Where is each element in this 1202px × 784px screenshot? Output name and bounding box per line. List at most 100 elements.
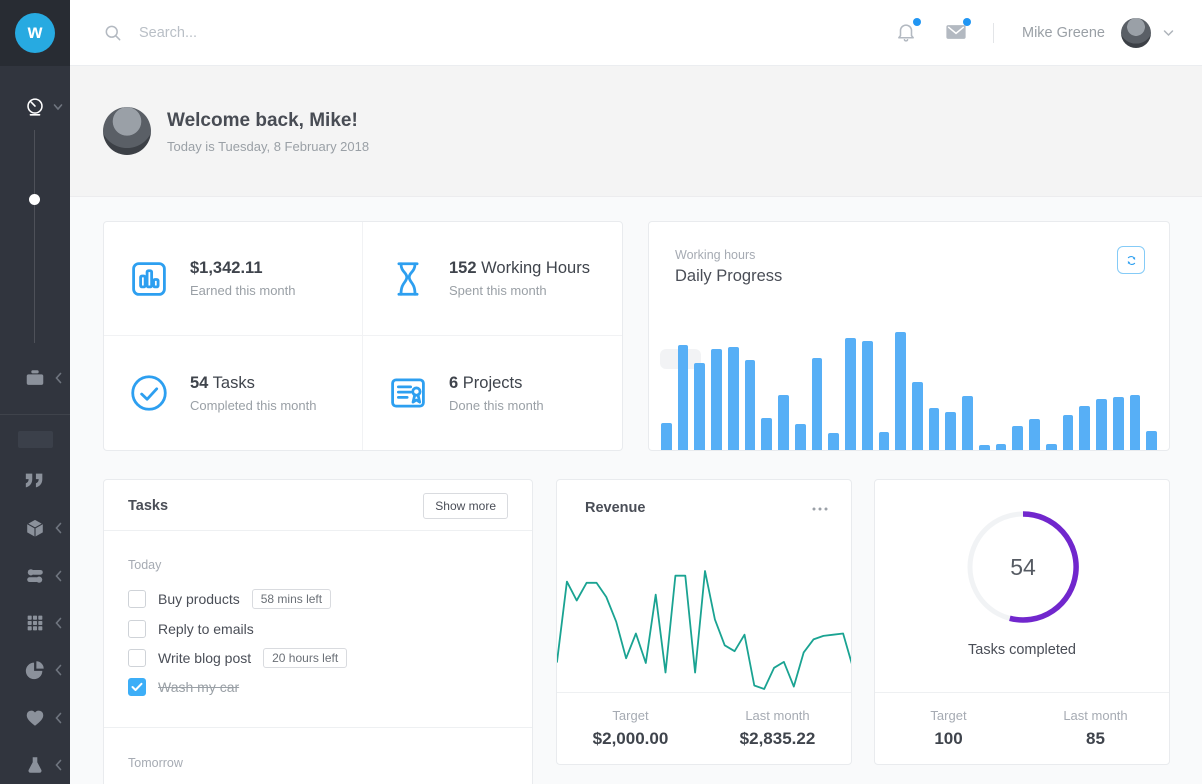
certificate-icon: [387, 372, 429, 414]
sidebar-item-dashboard[interactable]: [0, 92, 70, 122]
revenue-last-month: Last month $2,835.22: [704, 693, 851, 764]
stat-value: 54: [190, 374, 208, 392]
bar: [945, 412, 956, 450]
tasks-target: Target 100: [875, 693, 1022, 764]
bar: [1063, 415, 1074, 450]
messages-mail-icon[interactable]: [945, 21, 969, 45]
quotes-icon: [24, 469, 46, 491]
revenue-card: Revenue Target $2,000.00 Last month $2,8…: [556, 479, 852, 765]
task-badge: 58 mins left: [252, 589, 331, 609]
stat-earned: $1,342.11 Earned this month: [104, 222, 363, 336]
tasks-last-month: Last month 85: [1022, 693, 1169, 764]
user-name: Mike Greene: [1022, 25, 1105, 41]
section-label-today: Today: [128, 558, 161, 572]
welcome-avatar: [103, 107, 151, 155]
revenue-footer: Target $2,000.00 Last month $2,835.22: [557, 693, 851, 764]
sidebar-item-quotes[interactable]: [0, 465, 70, 495]
sidebar-item-flask[interactable]: [0, 750, 70, 780]
notifications-bell-icon[interactable]: [895, 21, 919, 45]
tasks-completed-value: 54: [963, 507, 1083, 627]
tasks-card-header: Tasks Show more: [104, 480, 532, 531]
welcome-date: Today is Tuesday, 8 February 2018: [167, 139, 369, 154]
grid-icon: [24, 612, 46, 634]
task-row: Write blog post 20 hours left: [128, 648, 508, 668]
task-badge: 20 hours left: [263, 648, 347, 668]
submenu-tree-line: [34, 130, 35, 343]
dashboard-gauge-icon: [24, 96, 46, 118]
tasks-card: Tasks Show more Today Buy products 58 mi…: [103, 479, 533, 784]
tasks-section-divider: [104, 727, 532, 728]
bar: [1096, 399, 1107, 450]
stat-value: 152: [449, 259, 477, 277]
stats-card: $1,342.11 Earned this month 152 Working …: [103, 221, 623, 451]
task-checkbox[interactable]: [128, 649, 146, 667]
task-row: Buy products 58 mins left: [128, 589, 508, 609]
bar: [728, 347, 739, 450]
bar: [1113, 397, 1124, 450]
bar: [778, 395, 789, 450]
notification-dot: [913, 18, 921, 26]
bar: [1079, 406, 1090, 450]
stat-working-hours: 152 Working Hours Spent this month: [363, 222, 622, 336]
stat-text: $1,342.11 Earned this month: [190, 259, 296, 298]
task-label: Buy products: [158, 591, 240, 607]
briefcase-icon: [24, 367, 46, 389]
show-more-button[interactable]: Show more: [423, 493, 508, 519]
bar: [996, 444, 1007, 450]
sidebar-item-pie-chart[interactable]: [0, 655, 70, 685]
sidebar: w: [0, 0, 70, 784]
stat-text: 152 Working Hours Spent this month: [449, 259, 590, 298]
bar: [661, 423, 672, 450]
chevron-down-icon: [53, 101, 63, 113]
user-avatar: [1121, 18, 1151, 48]
bar: [862, 341, 873, 450]
working-hours-subtitle: Working hours: [675, 248, 755, 262]
stat-label: Earned this month: [190, 283, 296, 298]
bar: [795, 424, 806, 450]
search-input[interactable]: [139, 25, 379, 41]
bar: [711, 349, 722, 450]
sidebar-item-briefcase[interactable]: [0, 363, 70, 393]
sidebar-item-cube[interactable]: [0, 513, 70, 543]
bar: [694, 363, 705, 450]
sidebar-item-toggles[interactable]: [0, 561, 70, 591]
bar: [828, 433, 839, 450]
app-logo[interactable]: w: [0, 0, 70, 66]
refresh-button[interactable]: [1117, 246, 1145, 274]
tasks-title: Tasks: [128, 498, 168, 514]
sidebar-item-grid[interactable]: [0, 608, 70, 638]
heart-icon: [24, 707, 46, 729]
chevron-left-icon: [53, 617, 63, 629]
app-root: w: [0, 0, 1202, 784]
chevron-left-icon: [53, 712, 63, 724]
active-submenu-dot[interactable]: [29, 194, 40, 205]
stat-label: Done this month: [449, 398, 544, 413]
bar-chart-square-icon: [128, 258, 170, 300]
task-label: Reply to emails: [158, 621, 254, 637]
header-separator: [993, 23, 994, 43]
chevron-left-icon: [53, 522, 63, 534]
tasks-completed-footer: Target 100 Last month 85: [875, 693, 1169, 764]
welcome-band: Welcome back, Mike! Today is Tuesday, 8 …: [70, 66, 1202, 197]
user-menu[interactable]: Mike Greene: [1022, 18, 1174, 48]
stat-projects: 6 Projects Done this month: [363, 336, 622, 450]
bar: [895, 332, 906, 450]
bar: [812, 358, 823, 450]
search-icon: [103, 23, 123, 43]
sidebar-section-placeholder: [18, 431, 53, 448]
bar: [845, 338, 856, 450]
task-checkbox[interactable]: [128, 620, 146, 638]
task-checkbox[interactable]: [128, 678, 146, 696]
bar: [979, 445, 990, 450]
chevron-left-icon: [53, 759, 63, 771]
task-label: Wash my car: [158, 679, 239, 695]
task-checkbox[interactable]: [128, 590, 146, 608]
search-bar: [103, 0, 379, 66]
stat-label: Completed this month: [190, 398, 316, 413]
bar: [1012, 426, 1023, 450]
chevron-left-icon: [53, 570, 63, 582]
bar: [678, 345, 689, 450]
refresh-icon: [1124, 253, 1139, 268]
daily-progress-title: Daily Progress: [675, 267, 782, 286]
sidebar-item-heart[interactable]: [0, 703, 70, 733]
